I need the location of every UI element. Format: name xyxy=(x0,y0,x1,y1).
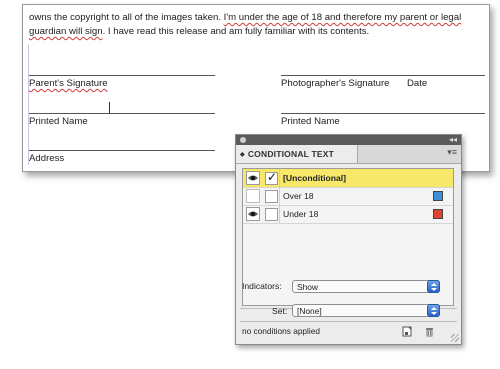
date-label: Date xyxy=(407,78,428,89)
paragraph-text-2: . I have read this release and am fully … xyxy=(102,26,370,37)
color-swatch-blue xyxy=(433,191,443,201)
color-swatch-red xyxy=(433,209,443,219)
address-label: Address xyxy=(29,153,65,164)
address-line xyxy=(29,150,215,151)
condition-checkbox[interactable] xyxy=(265,190,278,203)
status-text: no conditions applied xyxy=(242,326,320,336)
conditional-text-panel: ◂◂ ◆ CONDITIONAL TEXT ▾≡ ✓ [Unconditional… xyxy=(235,134,462,345)
dropdown-arrow-icon[interactable] xyxy=(427,280,440,293)
collapse-icon[interactable]: ◂◂ xyxy=(449,135,457,145)
panel-title-bar[interactable]: ◂◂ xyxy=(236,135,461,145)
release-paragraph[interactable]: owns the copyright to all of the images … xyxy=(29,11,479,39)
tab-conditional-text[interactable]: ◆ CONDITIONAL TEXT xyxy=(236,145,358,163)
condition-row-over-18[interactable]: Over 18 xyxy=(243,187,453,206)
printed-name-label-left: Printed Name xyxy=(29,116,88,127)
new-condition-icon[interactable] xyxy=(402,326,413,337)
column-divider xyxy=(279,205,280,223)
eye-hidden-icon[interactable] xyxy=(246,189,260,203)
parent-signature-label: Parent's Signature xyxy=(29,78,108,89)
condition-row-under-18[interactable]: Under 18 xyxy=(243,205,453,224)
tab-arrows-icon: ◆ xyxy=(240,152,245,158)
condition-label: Under 18 xyxy=(283,209,319,219)
parent-signature-line xyxy=(29,75,215,76)
set-label: Set: xyxy=(272,306,288,316)
panel-menu-icon[interactable]: ▾≡ xyxy=(447,147,457,158)
photographer-signature-line xyxy=(281,75,485,76)
eye-icon[interactable] xyxy=(246,207,260,221)
indicators-value: Show xyxy=(297,282,318,292)
footer-divider xyxy=(240,321,457,322)
printed-name-line-left xyxy=(29,113,215,114)
condition-label: Over 18 xyxy=(283,191,314,201)
photographer-signature-label: Photographer's Signature xyxy=(281,78,390,89)
resize-grip[interactable] xyxy=(451,334,459,342)
column-divider xyxy=(279,187,280,205)
indicators-label: Indicators: xyxy=(242,281,282,291)
panel-header: ◆ CONDITIONAL TEXT ▾≡ xyxy=(236,145,461,164)
close-icon[interactable] xyxy=(240,137,246,143)
condition-checkbox[interactable]: ✓ xyxy=(265,170,278,185)
condition-row-unconditional[interactable]: ✓ [Unconditional] xyxy=(243,169,453,188)
set-select[interactable]: [None] xyxy=(292,304,440,317)
printed-name-line-right xyxy=(281,113,485,114)
condition-label: [Unconditional] xyxy=(283,173,347,183)
panel-title: CONDITIONAL TEXT xyxy=(247,149,334,159)
set-value: [None] xyxy=(297,306,322,316)
printed-name-label-right: Printed Name xyxy=(281,116,340,127)
paragraph-text-1: owns the copyright to all of the images … xyxy=(29,12,224,23)
margin-guide xyxy=(28,45,29,165)
trash-icon[interactable] xyxy=(424,326,435,337)
eye-icon[interactable] xyxy=(246,171,260,185)
checkmark-icon: ✓ xyxy=(267,170,278,184)
condition-checkbox[interactable] xyxy=(265,208,278,221)
indicators-select[interactable]: Show xyxy=(292,280,440,293)
dropdown-arrow-icon[interactable] xyxy=(427,304,440,317)
column-divider xyxy=(279,169,280,187)
